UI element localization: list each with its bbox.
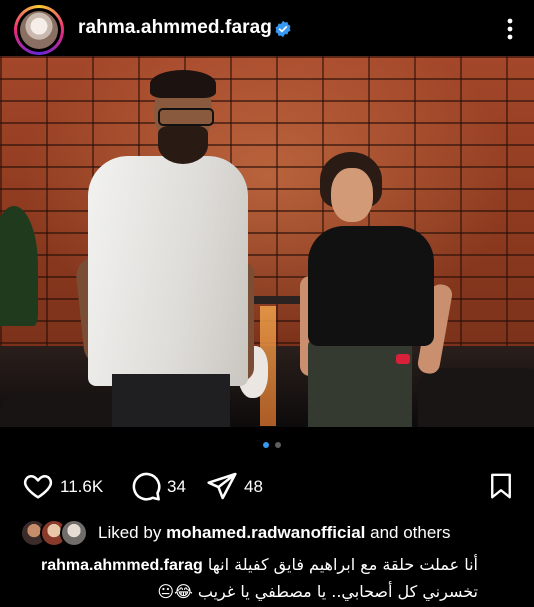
man-hair bbox=[150, 70, 216, 98]
save-button[interactable] bbox=[486, 470, 518, 502]
sofa-right bbox=[418, 368, 534, 427]
man-glasses bbox=[158, 108, 214, 126]
post-header: rahma.ahmmed.farag bbox=[0, 0, 534, 56]
post-image[interactable] bbox=[0, 56, 534, 427]
share-count[interactable]: 48 bbox=[244, 477, 263, 497]
caption-line-2: تخسرني كل أصحابي.. يا مصطفي يا غريب 😂😐 bbox=[157, 582, 478, 601]
post-caption: أنا عملت حلقة مع ابراهيم فايق كفيلة انها… bbox=[8, 552, 478, 605]
woman-face bbox=[331, 168, 373, 222]
like-count[interactable]: 11.6K bbox=[60, 477, 103, 497]
caption-text-1: أنا عملت حلقة مع ابراهيم فايق كفيلة انها bbox=[207, 555, 478, 574]
sofa-left bbox=[0, 394, 120, 427]
comment-icon bbox=[132, 472, 161, 501]
caption-line-1: أنا عملت حلقة مع ابراهيم فايق كفيلة انها… bbox=[8, 552, 478, 579]
share-button[interactable]: 48 bbox=[206, 470, 276, 502]
comment-count[interactable]: 34 bbox=[167, 477, 186, 497]
avatar[interactable] bbox=[14, 5, 64, 55]
carousel-dot bbox=[275, 442, 281, 448]
liked-by-prefix: Liked by bbox=[98, 523, 162, 542]
man-pants bbox=[112, 374, 230, 427]
like-button[interactable]: 11.6K bbox=[22, 470, 122, 502]
post-username[interactable]: rahma.ahmmed.farag bbox=[78, 17, 272, 39]
carousel-dot-active bbox=[263, 442, 269, 448]
liked-by-suffix[interactable]: and others bbox=[370, 523, 450, 542]
verified-badge-icon bbox=[275, 20, 291, 38]
liked-by-text[interactable]: Liked by mohamed.radwanofficial and othe… bbox=[98, 523, 450, 543]
carousel-indicator bbox=[259, 440, 289, 450]
woman-shirt bbox=[308, 226, 434, 346]
liked-by-user[interactable]: mohamed.radwanofficial bbox=[166, 523, 365, 542]
woman-pants bbox=[308, 338, 412, 427]
avatar-image bbox=[20, 11, 58, 49]
liker-avatars[interactable] bbox=[20, 519, 90, 547]
bookmark-icon bbox=[491, 473, 511, 499]
avatar-border bbox=[17, 8, 61, 52]
man-shirt bbox=[88, 156, 248, 386]
send-icon bbox=[207, 472, 237, 500]
heart-icon bbox=[23, 474, 53, 499]
liker-avatar bbox=[60, 519, 88, 547]
man-beard bbox=[158, 126, 208, 164]
caption-username[interactable]: rahma.ahmmed.farag bbox=[41, 557, 203, 574]
more-vertical-icon[interactable] bbox=[500, 14, 520, 44]
smartwatch bbox=[396, 354, 410, 364]
comment-button[interactable]: 34 bbox=[130, 470, 200, 502]
